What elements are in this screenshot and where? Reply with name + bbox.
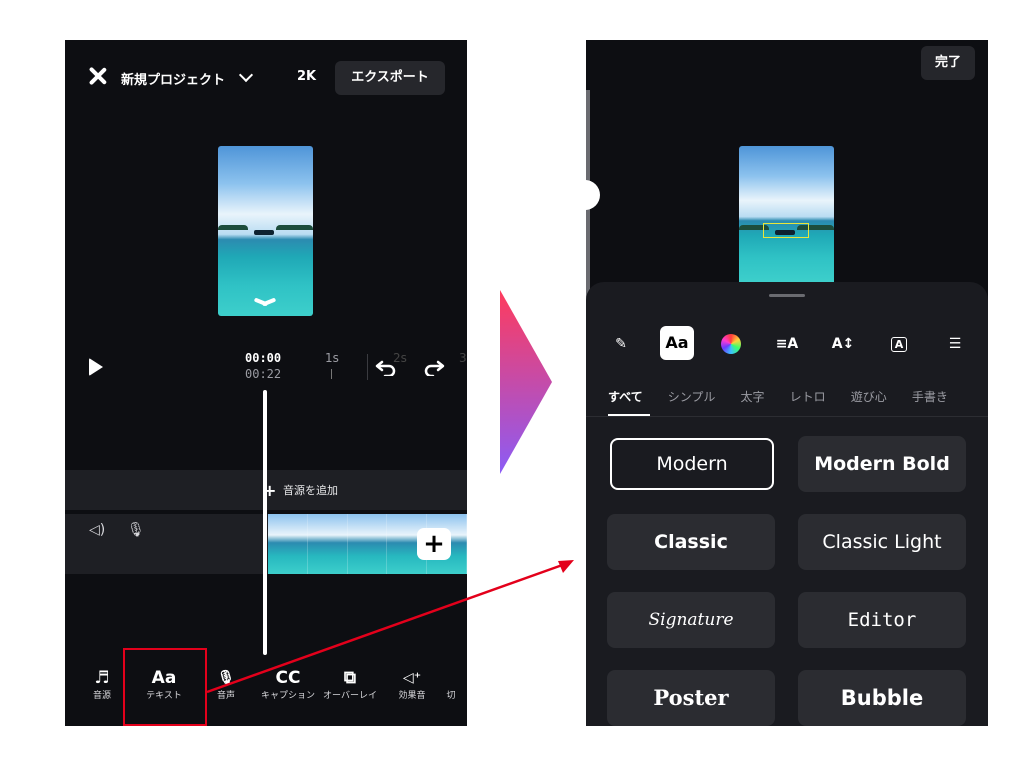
sheet-grabber[interactable] <box>769 294 805 297</box>
font-modern[interactable]: Modern <box>610 438 774 490</box>
export-button[interactable]: エクスポート <box>335 61 445 95</box>
redo-icon[interactable] <box>423 358 445 376</box>
total-time: 00:22 <box>245 367 282 381</box>
font-modern-bold[interactable]: Modern Bold <box>798 436 966 492</box>
category-tabs: すべて シンプル 太字 レトロ 遊び心 手書き <box>608 386 988 416</box>
voice-record-icon[interactable]: 🎙 <box>127 522 145 538</box>
font-signature[interactable]: Signature <box>607 592 775 648</box>
ruler-tick: 3 <box>459 351 467 365</box>
tab-all[interactable]: すべて <box>608 388 643 405</box>
tab-playful[interactable]: 遊び心 <box>851 388 887 405</box>
font-editor[interactable]: Editor <box>798 592 966 648</box>
overlay-icon: ⧉ <box>343 668 357 688</box>
font-classic-light[interactable]: Classic Light <box>798 514 966 570</box>
play-button[interactable] <box>89 358 103 376</box>
text-style-sheet: ✎ Aa ≡A A↕ A ☰ すべて シンプル 太字 レトロ 遊び心 手書き M… <box>586 282 988 726</box>
chevron-down-icon[interactable] <box>238 67 254 83</box>
done-button[interactable]: 完了 <box>921 46 975 80</box>
caption-icon: CC <box>275 668 301 688</box>
resolution-selector[interactable]: 2K <box>297 69 316 84</box>
tab-simple[interactable]: シンプル <box>668 388 716 405</box>
tab-retro[interactable]: レトロ <box>790 388 826 405</box>
divider <box>367 354 368 380</box>
filter-icon[interactable]: ☰ <box>940 329 970 359</box>
transition-arrow <box>500 290 552 474</box>
ruler-tick-mark <box>331 369 332 379</box>
style-tool-row: ✎ Aa ≡A A↕ A ☰ <box>586 324 988 364</box>
tool-caption[interactable]: CC キャプション <box>258 666 318 702</box>
video-preview[interactable] <box>739 146 834 282</box>
collapse-chevron-icon[interactable] <box>254 300 276 308</box>
video-preview[interactable] <box>218 146 313 316</box>
close-icon[interactable] <box>87 66 107 86</box>
tool-overlay[interactable]: ⧉ オーバーレイ <box>320 666 380 702</box>
add-clip-button[interactable]: + <box>417 528 451 560</box>
ruler-tick: 1s <box>325 351 339 365</box>
background-icon[interactable]: A <box>884 329 914 359</box>
font-classic[interactable]: Classic <box>607 514 775 570</box>
pen-icon[interactable]: ✎ <box>606 329 636 359</box>
size-icon[interactable]: A↕ <box>828 329 858 359</box>
undo-icon[interactable] <box>375 358 397 376</box>
side-slider-knob[interactable] <box>586 180 600 210</box>
font-poster[interactable]: Poster <box>607 670 775 726</box>
divider <box>586 416 988 417</box>
align-icon[interactable]: ≡A <box>772 329 802 359</box>
add-audio-button[interactable]: + 音源を追加 <box>263 481 338 500</box>
editor-screen: 新規プロジェクト 2K エクスポート 00:00 00:22 1s 2s 3 +… <box>65 40 467 726</box>
tab-handwritten[interactable]: 手書き <box>912 388 948 405</box>
playhead[interactable] <box>263 390 267 655</box>
project-title[interactable]: 新規プロジェクト <box>121 69 225 88</box>
add-audio-label: 音源を追加 <box>283 484 338 497</box>
highlight-box <box>123 648 207 726</box>
font-bubble[interactable]: Bubble <box>798 670 966 726</box>
text-selection-box[interactable] <box>763 223 809 238</box>
current-time: 00:00 <box>245 351 282 365</box>
top-bar: 新規プロジェクト 2K エクスポート <box>65 61 467 95</box>
tool-cut[interactable]: 切 <box>431 666 467 702</box>
tab-bold[interactable]: 太字 <box>741 388 765 405</box>
color-icon[interactable] <box>716 329 746 359</box>
volume-icon[interactable]: ◁) <box>89 522 105 538</box>
text-style-screen: 完了 ✎ Aa ≡A A↕ A ☰ すべて シンプル 太字 レトロ 遊び心 手書… <box>586 40 988 726</box>
font-icon[interactable]: Aa <box>660 326 694 360</box>
